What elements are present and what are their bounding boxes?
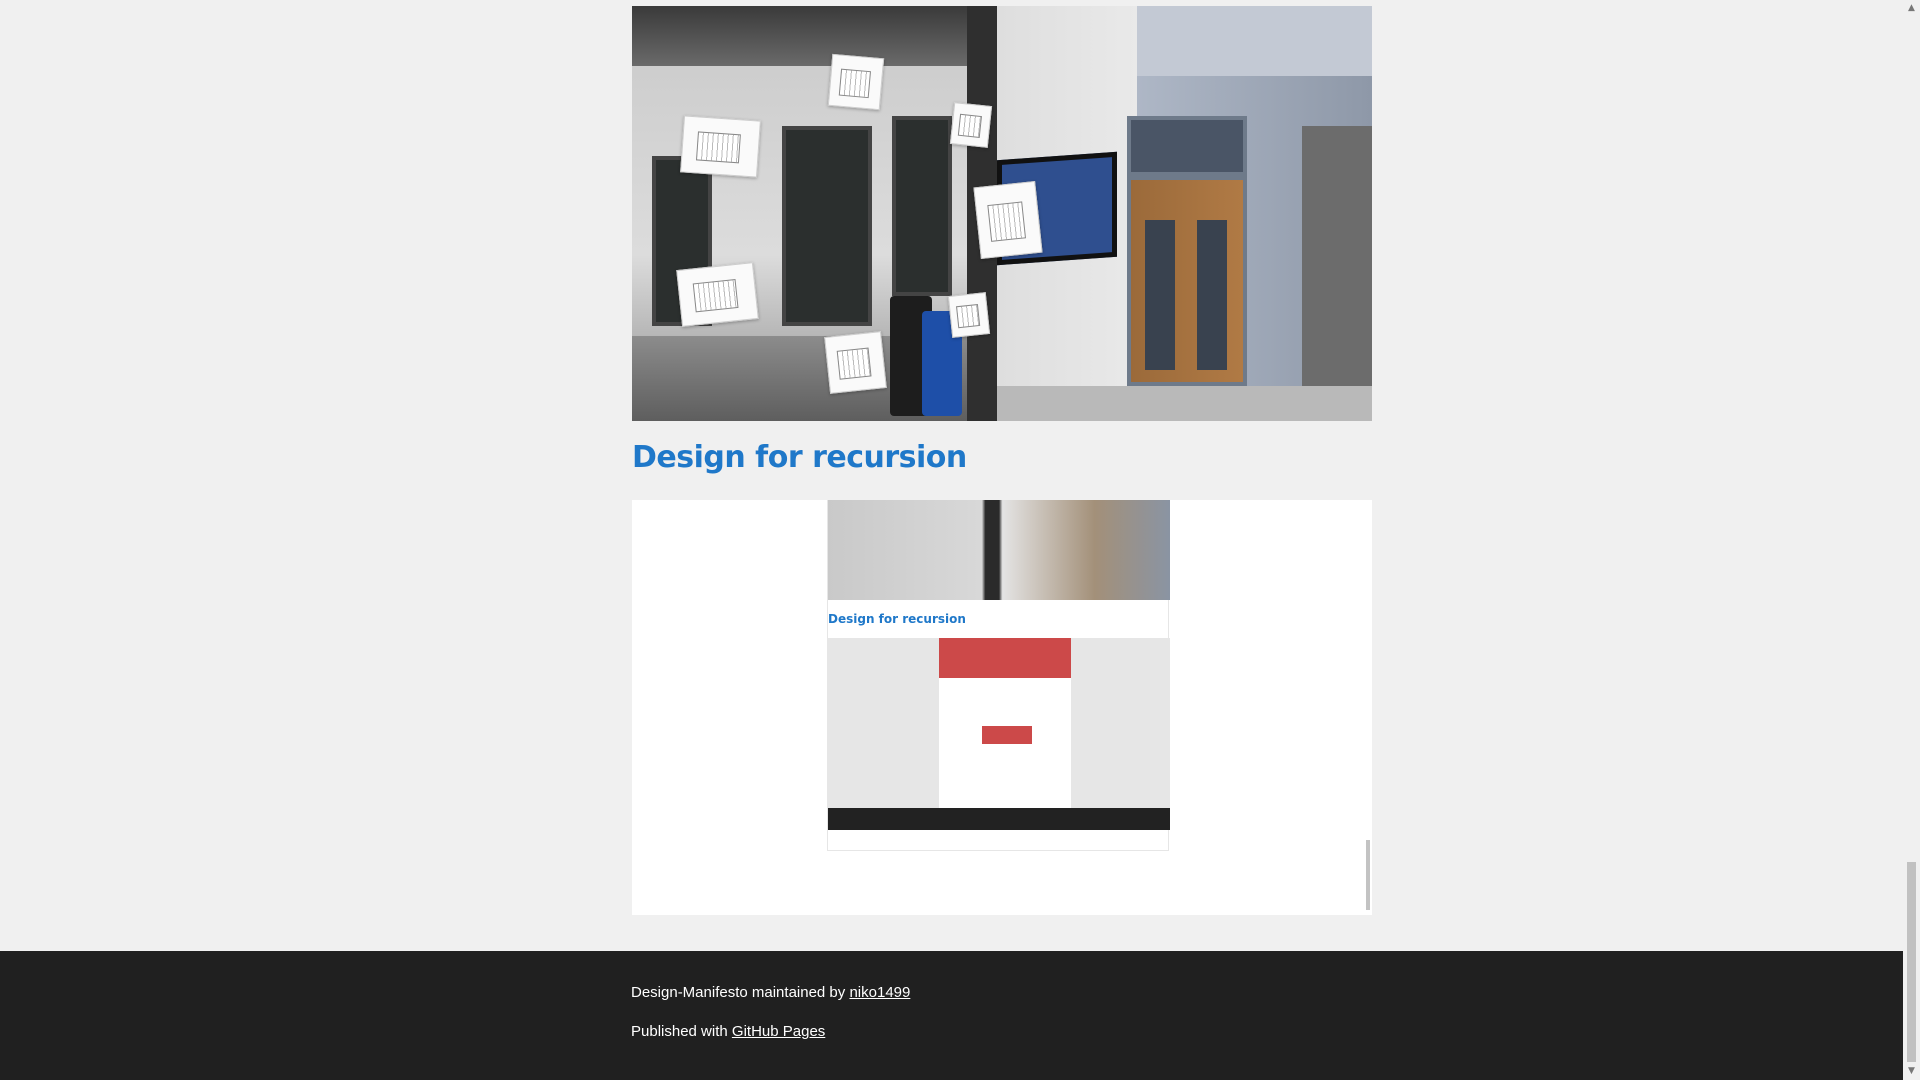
embedded-scrollbar-thumb xyxy=(1366,840,1370,910)
hallway-photo xyxy=(632,6,1372,421)
embedded-nested-banner xyxy=(982,726,1032,744)
scroll-up-icon[interactable]: ▲ xyxy=(1903,0,1920,17)
embedded-hallway-photo xyxy=(828,500,1170,600)
maintained-line: Design-Manifesto maintained by niko1499 xyxy=(631,984,910,1001)
embedded-heading: Design for recursion xyxy=(828,612,966,626)
recursive-screenshot: Design for recursion xyxy=(632,500,1372,915)
scroll-down-icon[interactable]: ▼ xyxy=(1903,1063,1920,1080)
published-line: Published with GitHub Pages xyxy=(631,1023,825,1040)
embedded-footer xyxy=(828,808,1170,830)
github-pages-link[interactable]: GitHub Pages xyxy=(732,1023,825,1040)
maintainer-link[interactable]: niko1499 xyxy=(849,984,910,1001)
embedded-red-banner xyxy=(939,638,1071,678)
maintained-prefix: Design-Manifesto maintained by xyxy=(631,984,846,1001)
page-scrollbar[interactable]: ▲ ▼ xyxy=(1903,0,1920,1080)
published-prefix: Published with xyxy=(631,1023,728,1040)
site-footer: Design-Manifesto maintained by niko1499 … xyxy=(0,951,1903,1080)
section-heading: Design for recursion xyxy=(632,440,967,475)
scrollbar-thumb[interactable] xyxy=(1907,862,1916,1062)
